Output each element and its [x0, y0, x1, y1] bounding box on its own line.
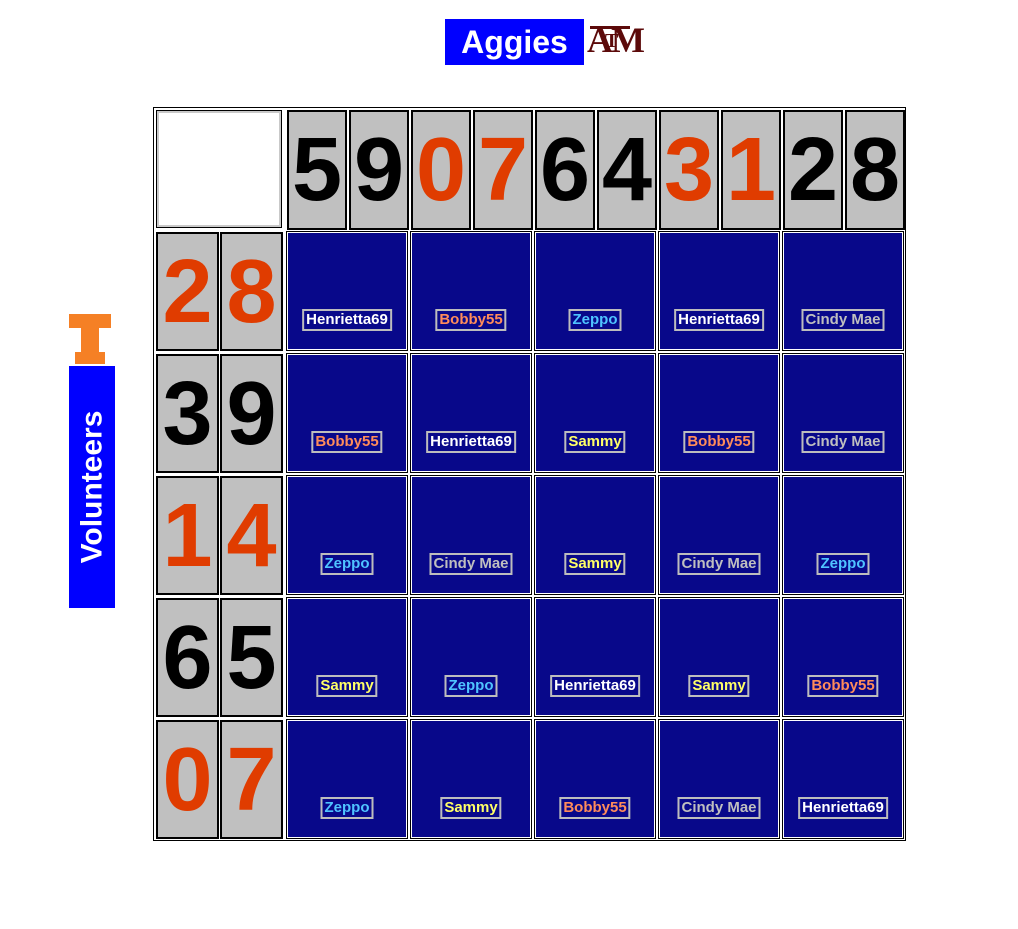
square-cell[interactable]: Zeppo: [534, 231, 656, 351]
player-name-tag: Bobby55: [435, 309, 507, 331]
left-digit: 9: [220, 354, 283, 473]
square-cell[interactable]: Sammy: [410, 719, 532, 839]
left-digit: 6: [156, 598, 219, 717]
top-digit: 5: [287, 110, 347, 230]
player-name-tag: Bobby55: [683, 431, 755, 453]
square-cell[interactable]: Henrietta69: [534, 597, 656, 717]
top-digit: 3: [659, 110, 719, 230]
player-name-tag: Sammy: [688, 675, 750, 697]
left-digit: 1: [156, 476, 219, 595]
square-cell[interactable]: Sammy: [534, 475, 656, 595]
square-cell[interactable]: Bobby55: [658, 353, 780, 473]
left-digit: 2: [156, 232, 219, 351]
square-cell[interactable]: Bobby55: [286, 353, 408, 473]
player-name-tag: Henrietta69: [426, 431, 516, 453]
player-name-tag: Henrietta69: [550, 675, 640, 697]
left-digit: 7: [220, 720, 283, 839]
player-name-tag: Zeppo: [568, 309, 622, 331]
left-team-name: Volunteers: [75, 410, 108, 564]
player-name-tag: Bobby55: [311, 431, 383, 453]
top-digit: 2: [783, 110, 843, 230]
corner-cell: [156, 110, 282, 228]
square-cell[interactable]: Cindy Mae: [658, 719, 780, 839]
square-cell[interactable]: Henrietta69: [782, 719, 904, 839]
player-name-tag: Zeppo: [816, 553, 870, 575]
square-cell[interactable]: Cindy Mae: [410, 475, 532, 595]
top-digit: 6: [535, 110, 595, 230]
top-digit: 0: [411, 110, 471, 230]
player-name-tag: Cindy Mae: [429, 553, 513, 575]
left-digit: 4: [220, 476, 283, 595]
square-cell[interactable]: Henrietta69: [658, 231, 780, 351]
player-name-tag: Sammy: [440, 797, 502, 819]
left-digit: 0: [156, 720, 219, 839]
square-cell[interactable]: Bobby55: [410, 231, 532, 351]
square-cell[interactable]: Cindy Mae: [782, 231, 904, 351]
square-cell[interactable]: Sammy: [658, 597, 780, 717]
left-team-label: Volunteers: [69, 366, 115, 608]
player-name-tag: Cindy Mae: [801, 431, 885, 453]
top-digit: 4: [597, 110, 657, 230]
player-name-tag: Henrietta69: [798, 797, 888, 819]
left-digit: 5: [220, 598, 283, 717]
player-name-tag: Henrietta69: [302, 309, 392, 331]
square-cell[interactable]: Cindy Mae: [658, 475, 780, 595]
top-digit: 8: [845, 110, 905, 230]
player-name-tag: Henrietta69: [674, 309, 764, 331]
player-name-tag: Bobby55: [559, 797, 631, 819]
square-cell[interactable]: Henrietta69: [410, 353, 532, 473]
left-digit: 3: [156, 354, 219, 473]
player-name-tag: Cindy Mae: [677, 553, 761, 575]
top-digit: 9: [349, 110, 409, 230]
top-team-label: Aggies: [445, 19, 584, 65]
player-name-tag: Zeppo: [320, 797, 374, 819]
top-digit: 7: [473, 110, 533, 230]
square-cell[interactable]: Sammy: [286, 597, 408, 717]
square-cell[interactable]: Bobby55: [782, 597, 904, 717]
square-cell[interactable]: Sammy: [534, 353, 656, 473]
square-cell[interactable]: Zeppo: [782, 475, 904, 595]
player-name-tag: Cindy Mae: [677, 797, 761, 819]
square-cell[interactable]: Henrietta69: [286, 231, 408, 351]
square-cell[interactable]: Bobby55: [534, 719, 656, 839]
player-name-tag: Sammy: [316, 675, 378, 697]
player-name-tag: Bobby55: [807, 675, 879, 697]
player-name-tag: Cindy Mae: [801, 309, 885, 331]
square-cell[interactable]: Cindy Mae: [782, 353, 904, 473]
player-name-tag: Sammy: [564, 553, 626, 575]
square-cell[interactable]: Zeppo: [286, 475, 408, 595]
tennessee-t-logo-icon: [69, 314, 111, 364]
top-digit: 1: [721, 110, 781, 230]
square-cell[interactable]: Zeppo: [410, 597, 532, 717]
tamu-logo-icon: ATM: [587, 20, 645, 60]
player-name-tag: Zeppo: [320, 553, 374, 575]
square-cell[interactable]: Zeppo: [286, 719, 408, 839]
left-digit: 8: [220, 232, 283, 351]
player-name-tag: Zeppo: [444, 675, 498, 697]
player-name-tag: Sammy: [564, 431, 626, 453]
